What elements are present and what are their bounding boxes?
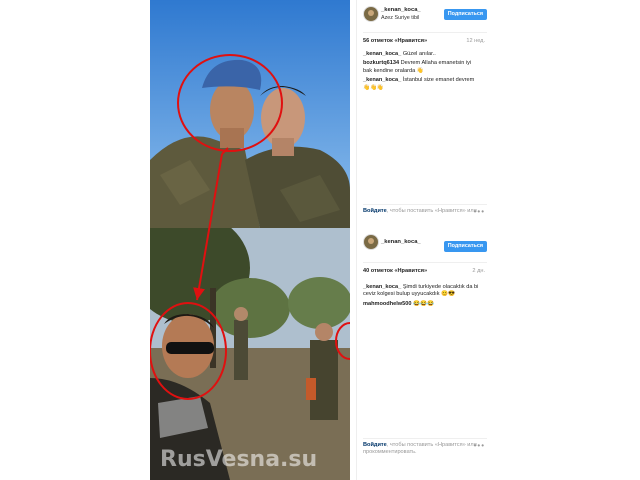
list-item: _kenan_koca_ Güzel anılar..: [363, 51, 481, 58]
divider: [363, 438, 487, 439]
avatar[interactable]: [363, 6, 379, 22]
login-link[interactable]: Войдите: [363, 442, 387, 448]
comment-user[interactable]: _kenan_koca_: [363, 77, 401, 83]
location[interactable]: Azez Suriye tibil: [381, 15, 419, 22]
post2-side-panel: _kenan_koca_ Подписаться 40 отметок «Нра…: [356, 228, 491, 480]
watermark: RusVesna.su: [160, 447, 318, 472]
list-item: mahmoodhelw500 😂😂😂: [363, 301, 481, 308]
post-age: 12 нед.: [466, 38, 485, 44]
post-age: 2 дн.: [472, 268, 485, 274]
login-prompt: Войдите, чтобы поставить «Нравится» или: [363, 208, 483, 215]
list-item: bozkurtq6134 Devrem Allaha emanetsin iyi…: [363, 60, 481, 75]
divider: [363, 32, 487, 33]
comment-user[interactable]: _kenan_koca_: [363, 51, 401, 57]
follow-button[interactable]: Подписаться: [443, 9, 487, 21]
post2-photo: [150, 228, 350, 480]
login-prompt: Войдите, чтобы поставить «Нравится» или …: [363, 442, 483, 457]
likes-count[interactable]: 40 отметок «Нравится»: [363, 268, 427, 275]
list-item: _kenan_koca_ Şimdi turkiyede olacaktık d…: [363, 284, 481, 299]
username[interactable]: _kenan_koca_: [381, 239, 421, 246]
more-options-icon[interactable]: •••: [474, 441, 485, 449]
comments-list: _kenan_koca_ Şimdi turkiyede olacaktık d…: [363, 284, 481, 310]
login-text: , чтобы поставить «Нравится» или: [386, 208, 477, 214]
post1-side-panel: _kenan_koca_ Azez Suriye tibil Подписать…: [356, 0, 491, 228]
comment-text: Güzel anılar..: [402, 51, 436, 57]
avatar[interactable]: [363, 234, 379, 250]
post1-photo: [150, 0, 350, 228]
divider: [363, 204, 487, 205]
comment-user[interactable]: _kenan_koca_: [363, 284, 401, 290]
post2-header: _kenan_koca_ Подписаться: [363, 234, 487, 256]
comment-user[interactable]: mahmoodhelw500: [363, 301, 412, 307]
follow-button[interactable]: Подписаться: [443, 241, 487, 253]
login-link[interactable]: Войдите: [363, 208, 387, 214]
more-options-icon[interactable]: •••: [474, 207, 485, 215]
comment-user[interactable]: bozkurtq6134: [363, 60, 399, 66]
comments-list: _kenan_koca_ Güzel anılar.. bozkurtq6134…: [363, 51, 481, 94]
post1-header: _kenan_koca_ Azez Suriye tibil Подписать…: [363, 6, 487, 28]
username[interactable]: _kenan_koca_: [381, 7, 421, 14]
list-item: _kenan_koca_ İstanbul size emanet devrem…: [363, 77, 481, 92]
likes-count[interactable]: 56 отметок «Нравится»: [363, 38, 427, 45]
comment-text: 😂😂😂: [413, 300, 434, 307]
divider: [363, 262, 487, 263]
